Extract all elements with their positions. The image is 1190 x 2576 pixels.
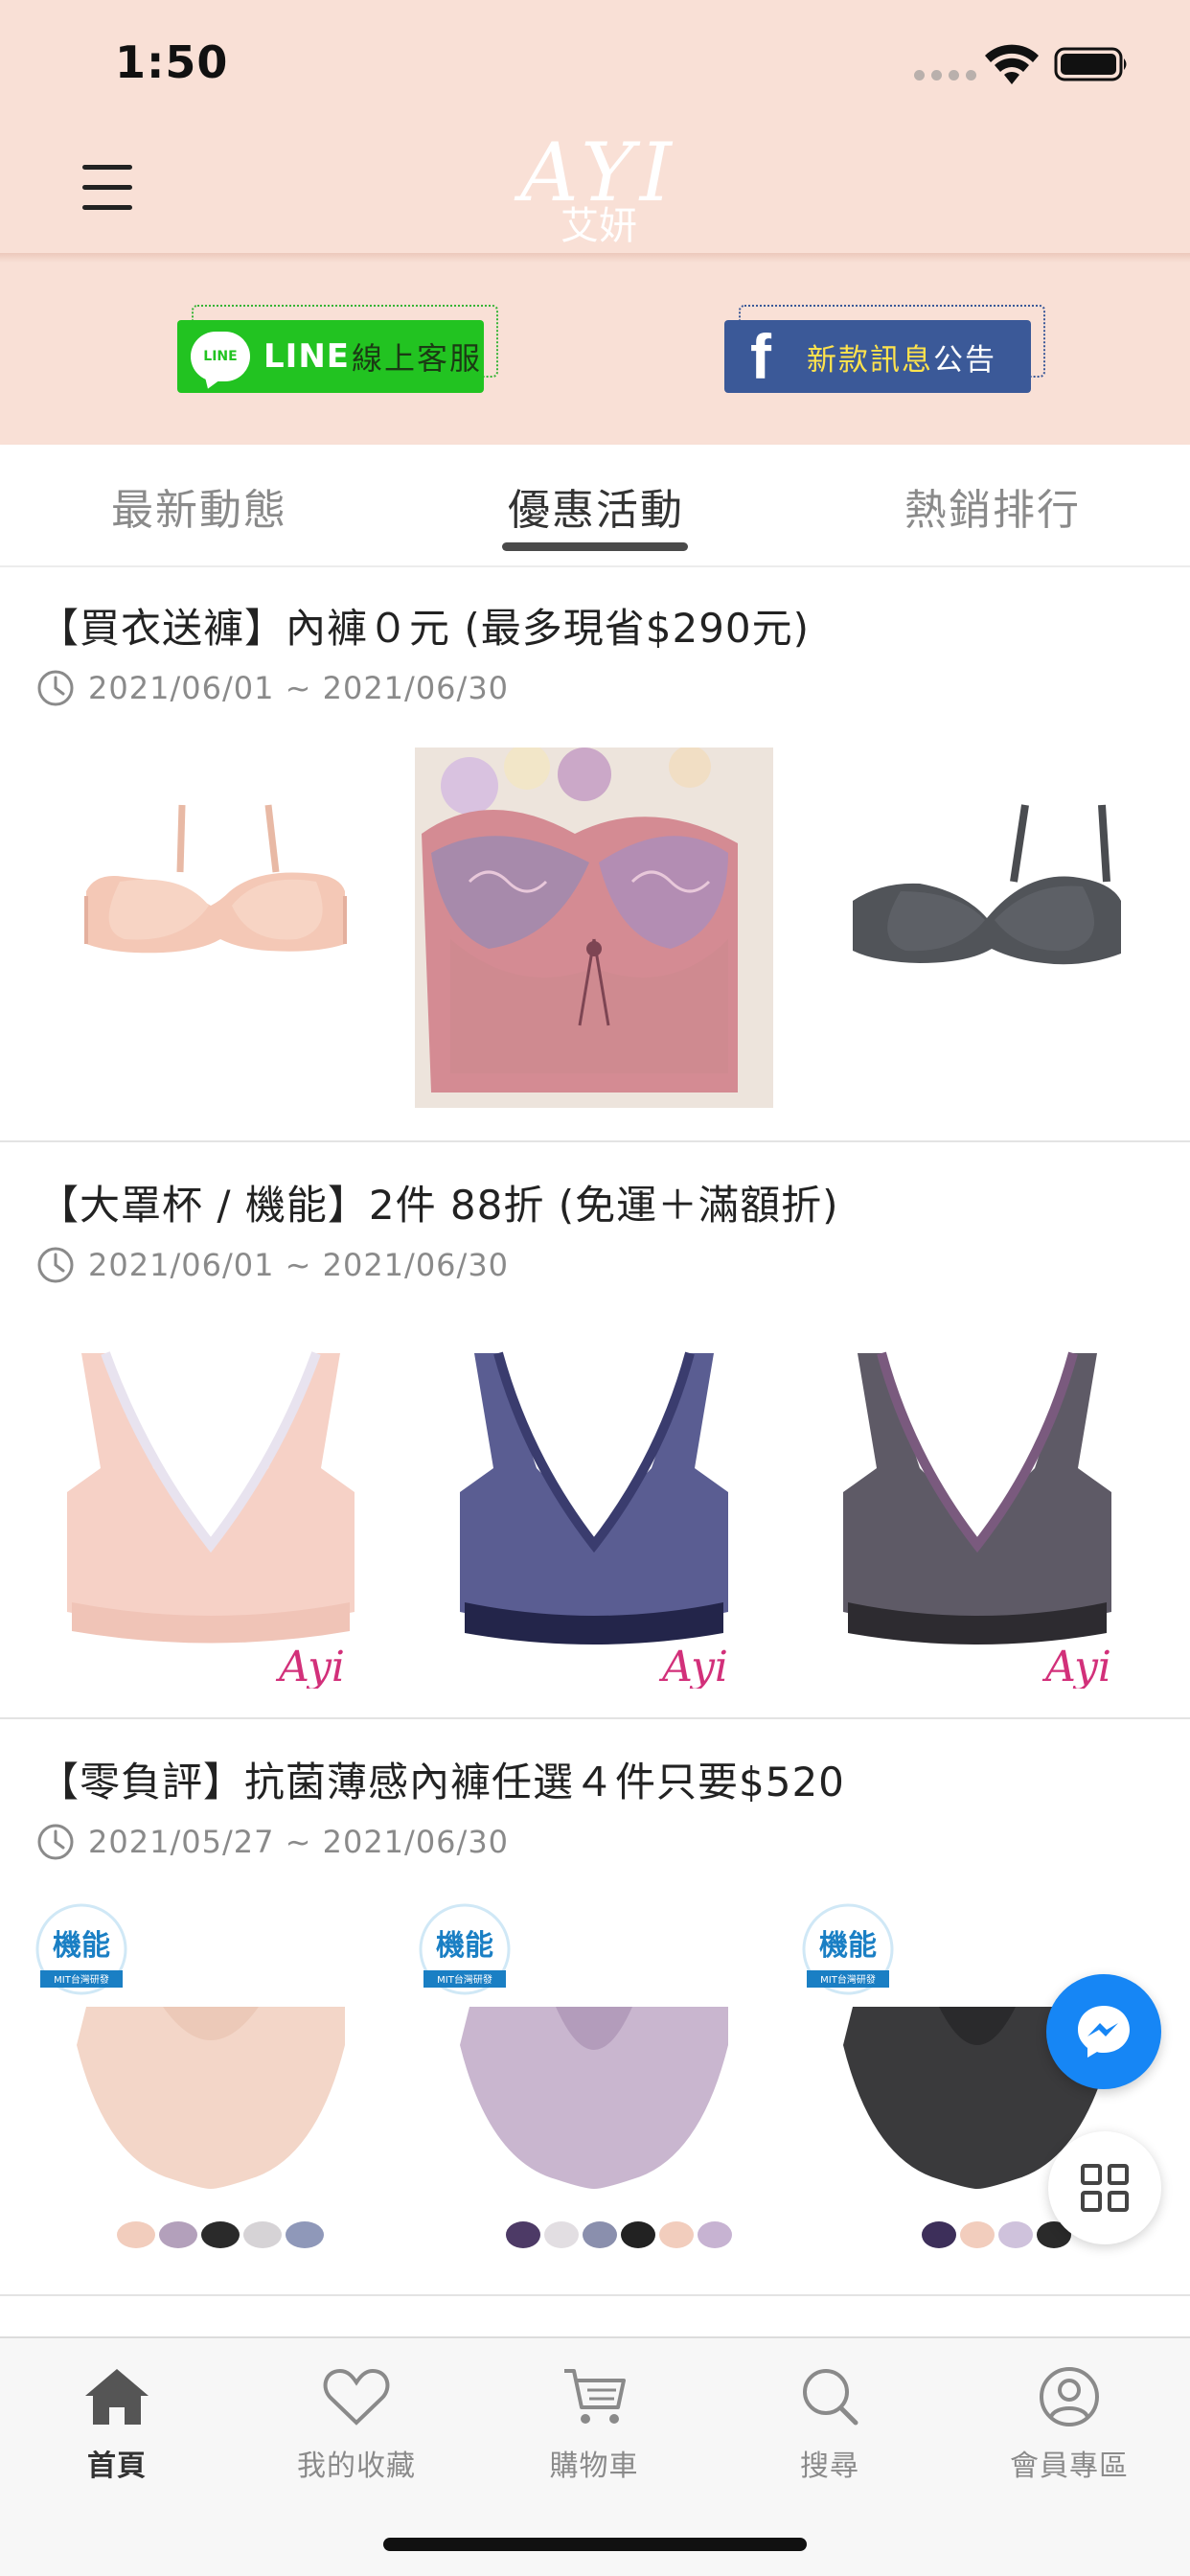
facebook-label-highlight: 新款訊息	[807, 342, 933, 378]
nav-cart[interactable]: 購物車	[498, 2363, 690, 2484]
line-brand-text: LINE	[263, 337, 350, 376]
nav-search[interactable]: 搜尋	[734, 2363, 926, 2484]
header-divider	[0, 253, 1190, 263]
color-swatches	[506, 2221, 732, 2248]
function-badge-text: 機能	[436, 1929, 493, 1963]
promotion-title[interactable]: 【大罩杯 / 機能】2件 88折 (免運＋滿額折)	[38, 1173, 839, 1231]
social-buttons-row: LINE LINE 線上客服 f 新款訊息公告	[0, 288, 1190, 412]
nav-favorites-label: 我的收藏	[297, 2450, 416, 2483]
product-image-nude-bra[interactable]	[29, 748, 393, 1112]
line-button-label: 線上客服	[352, 340, 483, 377]
function-badge-text: 機能	[819, 1929, 877, 1963]
nav-cart-label: 購物車	[549, 2450, 639, 2483]
tab-promotions[interactable]: 優惠活動	[508, 475, 684, 537]
home-icon	[85, 2369, 149, 2425]
heart-icon	[323, 2368, 390, 2426]
battery-icon	[1054, 47, 1127, 81]
function-badge-text: 機能	[53, 1929, 110, 1963]
ayi-watermark: Ayi	[275, 1643, 345, 1689]
clock-icon	[37, 1824, 74, 1860]
logo-main-text: AYI	[520, 126, 677, 219]
nav-member[interactable]: 會員專區	[973, 2363, 1165, 2484]
app-header: 1:50 AYI 艾妍 LINE LINE 線上客服 f 新款訊息公告	[0, 0, 1190, 445]
product-image-lilac-panty[interactable]: 機能 MIT台灣研發	[412, 1901, 776, 2266]
messenger-chat-button[interactable]	[1046, 1974, 1161, 2089]
facebook-logo-icon: f	[750, 321, 771, 392]
function-badge-subtext: MIT台灣研發	[437, 1973, 492, 1986]
user-icon	[1040, 2367, 1099, 2426]
category-tabs: 最新動態 優惠活動 熱銷排行	[0, 445, 1190, 567]
wifi-icon	[985, 44, 1039, 84]
facebook-news-button[interactable]: f 新款訊息公告	[724, 320, 1031, 393]
cellular-signal-icon	[914, 70, 976, 80]
messenger-icon	[1078, 2006, 1130, 2058]
home-indicator	[383, 2538, 807, 2551]
cart-icon	[564, 2369, 626, 2424]
quick-menu-button[interactable]	[1048, 2131, 1161, 2244]
promotion-date: 2021/06/01 ~ 2021/06/30	[88, 1247, 510, 1283]
function-badge-subtext: MIT台灣研發	[54, 1973, 109, 1986]
nav-search-label: 搜尋	[800, 2450, 859, 2483]
promotion-date-row: 2021/06/01 ~ 2021/06/30	[36, 1244, 509, 1286]
product-image-navy-full-bra[interactable]: Ayi	[412, 1324, 776, 1689]
nav-favorites[interactable]: 我的收藏	[261, 2363, 452, 2484]
promotion-title[interactable]: 【買衣送褲】內褲０元 (最多現省$290元)	[38, 596, 810, 655]
logo-sub-text: 艾妍	[561, 204, 637, 248]
promotion-date: 2021/06/01 ~ 2021/06/30	[88, 670, 510, 706]
product-image-nude-panty[interactable]: 機能 MIT台灣研發	[29, 1901, 393, 2266]
color-swatches	[117, 2221, 324, 2248]
product-image-pink-lace-bra[interactable]	[412, 748, 776, 1112]
status-bar: 1:50	[0, 0, 1190, 126]
facebook-button-label: 新款訊息公告	[807, 335, 996, 379]
promotion-card[interactable]: 【零負評】抗菌薄感內褲任選４件只要$520 2021/05/27 ~ 2021/…	[0, 1721, 1190, 2296]
tab-latest-news[interactable]: 最新動態	[111, 475, 287, 537]
function-badge-subtext: MIT台灣研發	[820, 1973, 876, 1986]
nav-home-label: 首頁	[87, 2450, 147, 2483]
ayi-watermark: Ayi	[658, 1643, 728, 1689]
brand-logo[interactable]: AYI 艾妍	[498, 132, 699, 249]
next-promotion-partial	[0, 2298, 1190, 2336]
nav-home[interactable]: 首頁	[21, 2363, 213, 2484]
facebook-label-rest: 公告	[933, 342, 996, 378]
product-image-charcoal-bra[interactable]	[795, 748, 1159, 1112]
active-tab-indicator	[502, 542, 688, 551]
grid-icon	[1081, 2164, 1129, 2212]
promotion-date: 2021/05/27 ~ 2021/06/30	[88, 1824, 510, 1860]
line-logo-icon: LINE	[191, 332, 250, 381]
search-icon	[803, 2369, 858, 2426]
navigation-bar: AYI 艾妍	[0, 126, 1190, 253]
product-image-gray-full-bra[interactable]: Ayi	[795, 1324, 1159, 1689]
promotion-date-row: 2021/06/01 ~ 2021/06/30	[36, 667, 509, 709]
promotion-card[interactable]: 【大罩杯 / 機能】2件 88折 (免運＋滿額折) 2021/06/01 ~ 2…	[0, 1144, 1190, 1719]
color-swatches	[922, 2221, 1071, 2248]
nav-member-label: 會員專區	[1010, 2450, 1129, 2483]
tab-best-sellers[interactable]: 熱銷排行	[904, 475, 1081, 537]
hamburger-menu-icon[interactable]	[82, 165, 136, 211]
product-image-nude-full-bra[interactable]: Ayi	[29, 1324, 393, 1689]
clock-icon	[37, 670, 74, 706]
line-customer-service-button[interactable]: LINE LINE 線上客服	[177, 320, 484, 393]
clock-icon	[37, 1247, 74, 1283]
promotion-title[interactable]: 【零負評】抗菌薄感內褲任選４件只要$520	[38, 1750, 845, 1808]
promotion-card[interactable]: 【買衣送褲】內褲０元 (最多現省$290元) 2021/06/01 ~ 2021…	[0, 567, 1190, 1142]
promotion-date-row: 2021/05/27 ~ 2021/06/30	[36, 1821, 509, 1863]
status-time: 1:50	[115, 36, 229, 88]
ayi-watermark: Ayi	[1041, 1643, 1111, 1689]
